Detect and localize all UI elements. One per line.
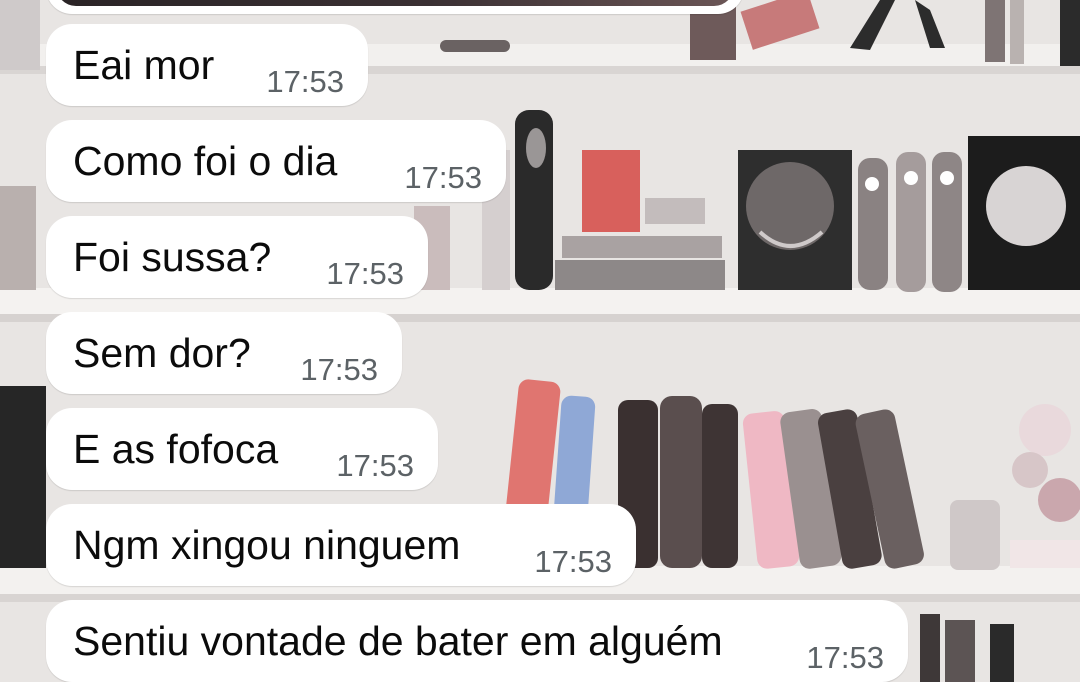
message-bubble[interactable]: Como foi o dia 17:53 [46,120,506,202]
message-text: Sem dor? [73,330,251,376]
message-time: 17:53 [806,640,884,675]
message-time: 17:53 [326,256,404,291]
media-thumbnail[interactable] [56,0,734,6]
chat-message-list[interactable]: Eai mor 17:53 Como foi o dia 17:53 Foi s… [0,0,1080,682]
message-bubble[interactable]: Eai mor 17:53 [46,24,368,106]
message-text: Foi sussa? [73,234,272,280]
message-text: Como foi o dia [73,138,338,184]
message-text: Ngm xingou ninguem [73,522,461,568]
message-text: Eai mor [73,42,215,88]
message-time: 17:53 [300,352,378,387]
message-time: 17:53 [266,64,344,99]
message-time: 17:53 [534,544,612,579]
message-text: Sentiu vontade de bater em alguém [73,618,723,664]
message-time: 17:53 [404,160,482,195]
message-bubble[interactable]: Sem dor? 17:53 [46,312,402,394]
message-bubble[interactable]: Ngm xingou ninguem 17:53 [46,504,636,586]
message-bubble[interactable]: Sentiu vontade de bater em alguém 17:53 [46,600,908,682]
media-message-bubble[interactable] [46,0,744,14]
message-bubble[interactable]: E as fofoca 17:53 [46,408,438,490]
message-text: E as fofoca [73,426,279,472]
message-time: 17:53 [336,448,414,483]
message-bubble[interactable]: Foi sussa? 17:53 [46,216,428,298]
